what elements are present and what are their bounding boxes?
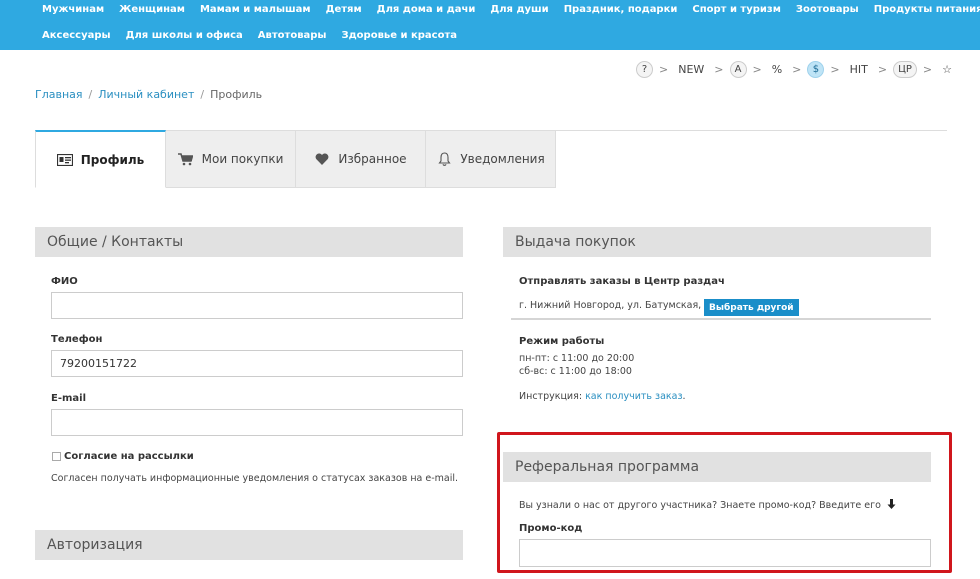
- nav-item-auto[interactable]: Автотовары: [258, 30, 327, 41]
- chip-help[interactable]: ?: [636, 61, 653, 78]
- instruction-suffix: .: [682, 391, 686, 402]
- nav-item-moms[interactable]: Мамам и малышам: [200, 4, 311, 15]
- fio-field[interactable]: [51, 292, 463, 319]
- id-card-icon: [56, 153, 73, 167]
- chip-separator: >: [714, 63, 724, 76]
- choose-other-button[interactable]: Выбрать другой: [704, 299, 799, 316]
- hours-weekdays: пн-пт: с 11:00 до 20:00: [519, 353, 635, 364]
- nav-item-women[interactable]: Женщинам: [119, 4, 185, 15]
- contacts-header: Общие / Контакты: [35, 227, 463, 257]
- nav-item-kids[interactable]: Детям: [326, 4, 362, 15]
- instruction-prefix: Инструкция:: [519, 391, 583, 402]
- filter-chips: ? > NEW > A > % > $ > HIT > ЦР > ☆: [636, 61, 956, 78]
- nav-item-school[interactable]: Для школы и офиса: [126, 30, 243, 41]
- breadcrumb-current: Профиль: [210, 88, 263, 101]
- breadcrumb-separator: /: [200, 88, 205, 101]
- referral-question-text: Вы узнали о нас от другого участника? Зн…: [519, 500, 881, 511]
- pickup-header: Выдача покупок: [503, 227, 931, 257]
- chip-separator: >: [659, 63, 669, 76]
- email-field[interactable]: [51, 409, 463, 436]
- chip-a[interactable]: A: [729, 61, 747, 78]
- breadcrumb-separator: /: [88, 88, 93, 101]
- consent-label[interactable]: Согласие на рассылки: [64, 451, 194, 462]
- nav-item-accessories[interactable]: Аксессуары: [42, 30, 111, 41]
- chip-new[interactable]: NEW: [674, 61, 708, 78]
- top-navigation: Мужчинам Женщинам Мамам и малышам Детям …: [0, 0, 980, 50]
- instruction-link[interactable]: как получить заказ: [585, 391, 682, 402]
- nav-item-sport[interactable]: Спорт и туризм: [692, 4, 781, 15]
- chip-separator: >: [922, 63, 933, 76]
- referral-question: Вы узнали о нас от другого участника? Зн…: [519, 499, 896, 512]
- chip-separator: >: [752, 63, 762, 76]
- tab-label: Мои покупки: [201, 152, 284, 166]
- nav-item-holiday[interactable]: Праздник, подарки: [564, 4, 678, 15]
- tab-profile[interactable]: Профиль: [35, 130, 166, 188]
- chip-percent[interactable]: %: [768, 61, 786, 78]
- promo-code-field[interactable]: [519, 539, 931, 567]
- breadcrumb: Главная / Личный кабинет / Профиль: [35, 88, 262, 101]
- phone-field[interactable]: 79200151722: [51, 350, 463, 377]
- referral-header: Реферальная программа: [503, 452, 931, 482]
- cart-icon: [178, 152, 194, 166]
- pickup-divider: [511, 318, 931, 320]
- auth-header: Авторизация: [35, 530, 463, 560]
- nav-item-pets[interactable]: Зоотовары: [796, 4, 859, 15]
- chip-separator: >: [830, 63, 840, 76]
- nav-item-soul[interactable]: Для души: [490, 4, 548, 15]
- hours-label: Режим работы: [519, 336, 605, 347]
- nav-item-food[interactable]: Продукты питания: [874, 4, 980, 15]
- email-label: E-mail: [51, 393, 87, 404]
- tab-label: Уведомления: [460, 152, 545, 166]
- nav-row-1: Мужчинам Женщинам Мамам и малышам Детям …: [42, 4, 980, 15]
- tab-purchases[interactable]: Мои покупки: [166, 130, 296, 188]
- pickup-address: г. Нижний Новгород, ул. Батумская, 5Б: [519, 300, 717, 311]
- tab-favorites[interactable]: Избранное: [296, 130, 426, 188]
- nav-item-men[interactable]: Мужчинам: [42, 4, 104, 15]
- breadcrumb-cabinet[interactable]: Личный кабинет: [98, 88, 194, 101]
- chip-separator: >: [877, 63, 888, 76]
- promo-code-label: Промо-код: [519, 523, 583, 534]
- profile-tabs: Профиль Мои покупки Избранное Уведомлени…: [35, 130, 556, 188]
- tab-label: Профиль: [80, 152, 145, 167]
- bell-icon: [436, 152, 452, 166]
- nav-item-home[interactable]: Для дома и дачи: [377, 4, 476, 15]
- consent-description: Согласен получать информационные уведомл…: [51, 473, 459, 484]
- nav-item-health[interactable]: Здоровье и красота: [341, 30, 457, 41]
- breadcrumb-home[interactable]: Главная: [35, 88, 83, 101]
- consent-checkbox[interactable]: [52, 452, 61, 461]
- fio-label: ФИО: [51, 276, 78, 287]
- nav-row-2: Аксессуары Для школы и офиса Автотовары …: [42, 30, 472, 41]
- arrow-down-icon: [887, 499, 896, 512]
- phone-label: Телефон: [51, 334, 103, 345]
- send-orders-label: Отправлять заказы в Центр раздач: [519, 276, 725, 287]
- instruction-line: Инструкция: как получить заказ.: [519, 391, 686, 402]
- star-icon[interactable]: ☆: [938, 61, 956, 78]
- hours-weekend: сб-вс: с 11:00 до 18:00: [519, 366, 632, 377]
- chip-cr[interactable]: ЦР: [893, 61, 917, 78]
- chip-dollar[interactable]: $: [807, 61, 825, 78]
- chip-hit[interactable]: HIT: [846, 61, 872, 78]
- chip-separator: >: [792, 63, 802, 76]
- tab-label: Избранное: [338, 152, 407, 166]
- heart-icon: [314, 152, 330, 166]
- tab-notifications[interactable]: Уведомления: [426, 130, 556, 188]
